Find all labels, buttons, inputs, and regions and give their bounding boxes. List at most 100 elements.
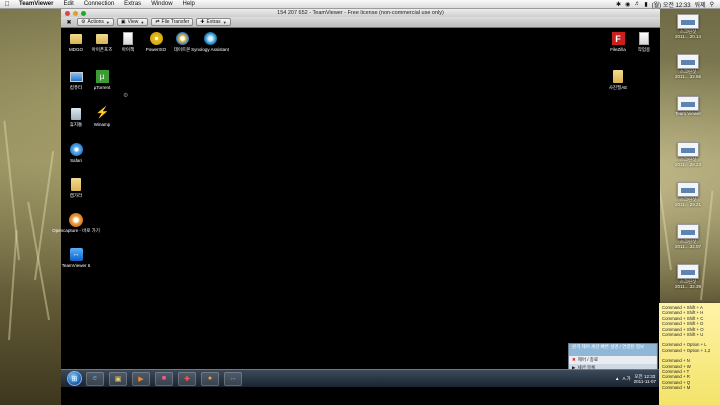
actions-button[interactable]: ⚙ Actions ▼ [77,18,114,26]
document-icon [120,31,136,46]
view-icon: ▣ [120,19,126,25]
sticky-note[interactable]: Command + Shift + A Command + Shift + H … [659,303,720,405]
desktop-icon-label: 작업용 [637,47,651,52]
synology-icon [202,31,218,46]
folder-icon [610,69,626,84]
taskbar-date: 2011-11-07 [633,378,656,384]
bluetooth-icon[interactable]: ✱ [616,1,621,8]
screenshot-thumbnail-icon [677,182,699,197]
teamviewer-toolbar: ✖ ⚙ Actions ▼ ▣ View ▼ ⇄ File Transfer ✚… [61,17,660,28]
document-icon [94,31,110,46]
view-label: View [127,19,139,25]
desktop-icon-synology[interactable]: Synology Assistant [191,31,229,52]
mac-file-screenshot[interactable]: 스크린샷 2011....28.23 [660,142,716,167]
desktop-icon-label: 컴퓨터 [69,85,83,90]
desktop-icon-safari[interactable]: Safari [61,142,91,163]
window-title: 154 207 652 - TeamViewer - Free license … [277,10,444,16]
opencapture-icon [68,212,84,227]
desktop-icon-label: FileZilla [610,47,626,52]
desktop-icon-label: PowerISO [145,47,167,52]
taskbar-explorer-icon[interactable]: ▣ [109,371,127,386]
desktop-icon-label: TeamViewer 6 [61,263,91,268]
tray-network-icon[interactable]: ▲ [615,376,619,381]
menubar-clock[interactable]: (월) 오전 12:33 [652,0,691,9]
menu-window[interactable]: Window [146,1,177,7]
panel-header: 원격 제어 세션 빠른 설명 / 연결된 정보 [569,344,657,356]
mac-file-sublabel: 2011....29.21 [675,202,701,207]
chevron-down-icon: ▼ [222,19,227,25]
torrent-icon: µ [94,69,110,84]
mac-file-screenshot[interactable]: 스크린샷 2011....32.39 [660,264,716,289]
battery-icon[interactable]: ▮ [644,1,647,8]
ime-indicator[interactable]: A 가 [622,376,630,382]
panel-row-control[interactable]: ✖ 제어 / 종료 [569,356,657,364]
apple-menu-icon[interactable]:  [0,1,14,8]
desktop-icon-label: 데이트몬 [173,47,191,52]
mac-file-sublabel: 2011....32.07 [675,244,701,249]
teamviewer-window: 154 207 652 - TeamViewer - Free license … [52,9,660,405]
view-button[interactable]: ▣ View ▼ [116,18,149,26]
desktop-icon-label: MDGO [69,47,83,52]
taskbar-teamviewer-icon[interactable]: ↔ [224,371,242,386]
desktop-icon-book[interactable]: 아이책 [113,31,143,52]
file-transfer-icon: ⇄ [155,19,160,25]
taskbar-clock[interactable]: 오전 12:33 2011-11-07 [634,374,656,384]
desktop-icon-label: 사진필AE [608,85,628,90]
screenshot-thumbnail-icon [677,264,699,279]
mac-file-screenshot[interactable]: 스크린샷 2011....29.21 [660,182,716,207]
windows-taskbar: ⊞ e ▣ ▶ ■ ✚ ● ↔ ▲ A 가 오전 12:33 2011-11-0… [61,369,660,387]
mac-menubar:  TeamViewer Edit Connection Extras Wind… [0,0,720,9]
mac-file-screenshot[interactable]: 스크린샷 2011....32.07 [660,224,716,249]
menu-help[interactable]: Help [178,1,200,7]
volume-icon[interactable]: ♬ [634,1,640,7]
screenshot-thumbnail-icon [677,142,699,157]
menu-extras[interactable]: Extras [119,1,146,7]
safari-icon [68,142,84,157]
taskbar-app-icon[interactable]: ■ [155,371,173,386]
panel-row-label: 제어 / 종료 [577,357,599,362]
remote-desktop[interactable]: MDGO 아이폰포즈 아이책 PowerISO 데이트몬 Synology As… [52,29,660,387]
desktop-icon-winamp[interactable]: ⚡ Winamp [87,106,117,127]
window-titlebar[interactable]: 154 207 652 - TeamViewer - Free license … [61,9,660,17]
desktop-icon-opencapture[interactable]: Opencapture - 바로 가기 [52,212,100,233]
desktop-icon-label: Safari [70,158,82,163]
menubar-user[interactable]: 워제 [695,0,706,9]
menu-edit[interactable]: Edit [58,1,78,7]
start-button[interactable]: ⊞ [67,371,82,386]
winamp-icon: ⚡ [95,107,110,119]
wifi-icon[interactable]: ◉ [625,1,630,8]
taskbar-capture-icon[interactable]: ● [201,371,219,386]
sticky-line: Command + M [662,385,691,391]
desktop-icon-label: 휴지통 [69,122,83,127]
taskbar-tools-icon[interactable]: ✚ [178,371,196,386]
file-transfer-button[interactable]: ⇄ File Transfer [151,18,194,26]
spotlight-icon[interactable]: ⚲ [710,1,714,8]
chevron-down-icon: ▼ [105,19,110,25]
desktop-icon-work[interactable]: 작업용 [629,31,659,52]
extras-icon: ✚ [200,19,205,25]
desktop-icon-capture-folder[interactable]: 캡가라 [61,177,91,198]
desktop-icon-teamviewer[interactable]: ↔ TeamViewer 6 [61,247,91,268]
mouse-cursor-icon: ⚙ [123,93,129,99]
menu-app[interactable]: TeamViewer [14,1,58,7]
mac-file-teamviewer[interactable]: Team Viewer [660,96,716,116]
close-session-icon[interactable]: ✖ [64,18,74,26]
taskbar-ie-icon[interactable]: e [86,371,104,386]
menu-connection[interactable]: Connection [79,1,119,7]
screenshot-thumbnail-icon [677,14,699,29]
taskbar-mediaplayer-icon[interactable]: ▶ [132,371,150,386]
close-icon[interactable]: ✖ [572,357,576,363]
mac-file-sublabel: 2011....28.23 [675,162,701,167]
wallpaper-grass [27,201,50,321]
folder-icon [68,31,84,46]
desktop-icon-label: Winamp [93,122,111,127]
actions-icon: ⚙ [81,19,86,25]
extras-button[interactable]: ✚ Extras ▼ [196,18,231,26]
mac-file-screenshot[interactable]: 스크린샷 2011....20.14 [660,14,716,39]
desktop-icon-photo-folder[interactable]: 사진필AE [603,69,633,90]
wallpaper-grass [3,120,20,261]
mac-file-screenshot[interactable]: 스크린샷 2011....32.56 [660,54,716,79]
desktop-icon-utorrent[interactable]: µ µTorrent [87,69,117,90]
chevron-down-icon: ▼ [140,19,145,25]
folder-icon [68,177,84,192]
